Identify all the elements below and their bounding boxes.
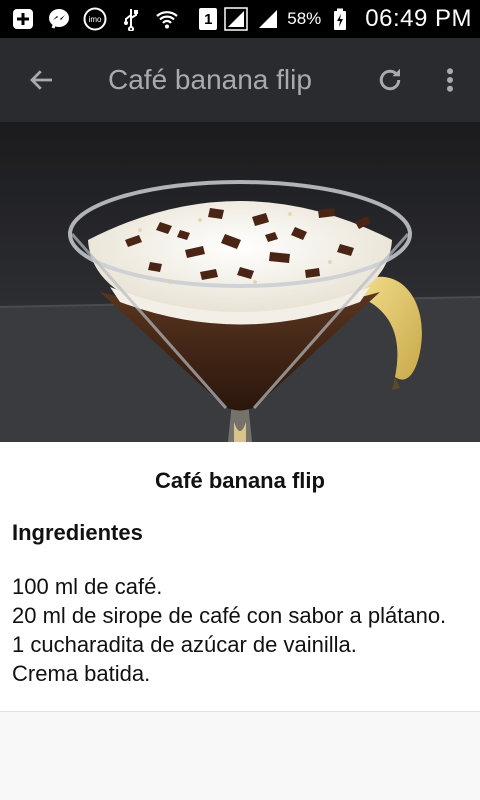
overflow-menu-button[interactable] (420, 38, 480, 122)
ingredients-heading: Ingredientes (12, 520, 143, 545)
ingredients-list: 100 ml de café. 20 ml de sirope de café … (12, 572, 468, 688)
wifi-icon (154, 6, 180, 32)
imo-icon-label: imo (89, 15, 102, 24)
arrow-back-icon (30, 70, 52, 90)
list-item: 100 ml de café. (12, 574, 163, 599)
messenger-icon (46, 6, 72, 32)
battery-percent: 58% (287, 9, 322, 28)
system-icons: 1 58% 06:49 PM (199, 5, 472, 33)
imo-icon: imo (82, 6, 108, 32)
bottom-panel (0, 712, 480, 800)
notification-icons: imo (10, 6, 180, 32)
signal-icon (255, 6, 281, 32)
recipe-content: Café banana flip Ingredientes 100 ml de … (0, 442, 480, 712)
refresh-button[interactable] (360, 38, 420, 122)
sim-icon: 1 (199, 8, 218, 30)
recipe-title: Café banana flip (155, 468, 325, 493)
battery-charging-icon (327, 6, 353, 32)
list-item: Crema batida. (12, 661, 151, 686)
usb-icon (118, 6, 144, 32)
status-bar: imo 1 58% 06:49 PM (0, 0, 480, 38)
clock: 06:49 PM (365, 5, 472, 32)
plus-box-icon (10, 6, 36, 32)
recipe-photo (0, 122, 480, 442)
overflow-menu-icon (447, 68, 453, 92)
page-title: Café banana flip (108, 64, 312, 95)
signal-icon (223, 6, 249, 32)
list-item: 20 ml de sirope de café con sabor a plát… (12, 603, 447, 628)
back-button[interactable] (0, 38, 84, 122)
refresh-icon (379, 68, 401, 91)
list-item: 1 cucharadita de azúcar de vainilla. (12, 632, 357, 657)
app-bar: Café banana flip (0, 38, 480, 122)
